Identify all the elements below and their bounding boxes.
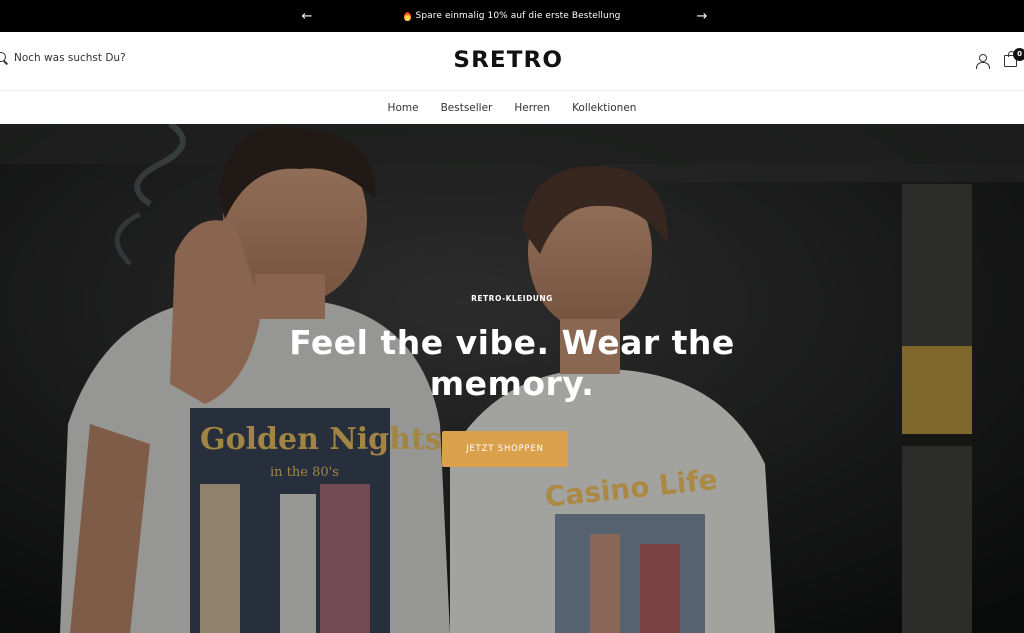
search-bar[interactable]: [0, 52, 154, 64]
main-navigation: Home Bestseller Herren Kollektionen: [0, 91, 1024, 124]
arrow-left-icon[interactable]: ←: [293, 0, 321, 32]
hero-heading: Feel the vibe. Wear the memory.: [289, 323, 735, 403]
search-icon[interactable]: [0, 52, 8, 64]
announcement-bar: ← Spare einmalig 10% auf die erste Beste…: [0, 0, 1024, 32]
search-input[interactable]: [14, 52, 154, 64]
hero-eyebrow: RETRO-KLEIDUNG: [471, 294, 553, 303]
logo[interactable]: SRETRO: [453, 48, 563, 73]
arrow-right-icon[interactable]: →: [688, 0, 716, 32]
cart-button[interactable]: 0: [1004, 48, 1024, 68]
cart-count-badge: 0: [1013, 48, 1024, 61]
site-header: SRETRO 0: [0, 32, 1024, 91]
shop-now-button[interactable]: JETZT SHOPPEN: [442, 431, 568, 467]
nav-item-home[interactable]: Home: [388, 102, 419, 114]
announcement-message: Spare einmalig 10% auf die erste Bestell…: [403, 11, 621, 21]
nav-item-herren[interactable]: Herren: [514, 102, 550, 114]
fire-icon: [403, 11, 411, 21]
account-icon[interactable]: [975, 54, 990, 69]
nav-item-kollektionen[interactable]: Kollektionen: [572, 102, 636, 114]
announcement-text: Spare einmalig 10% auf die erste Bestell…: [415, 11, 621, 21]
nav-item-bestseller[interactable]: Bestseller: [441, 102, 493, 114]
hero-banner: Golden Nights in the 80's Casino Life RE…: [0, 124, 1024, 633]
